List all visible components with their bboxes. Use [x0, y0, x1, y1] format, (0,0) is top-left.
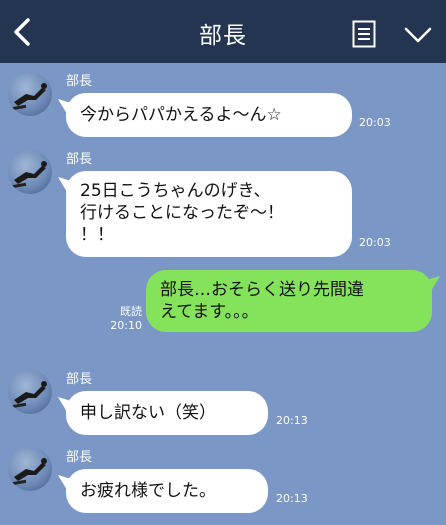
message-text: 申し訳ない（笑）: [80, 403, 216, 423]
message-bubble[interactable]: お疲れ様でした。: [66, 469, 268, 513]
avatar[interactable]: [8, 447, 52, 491]
message-line: 行けることになったぞ～！: [80, 203, 284, 223]
message-time: 20:03: [359, 236, 391, 249]
message-bubble-outgoing[interactable]: 部長…おそらく送り先間違 えてます。。。: [146, 270, 432, 332]
avatar-image: [11, 458, 47, 486]
chevron-down-icon[interactable]: [404, 26, 432, 44]
message-line: 25日こうちゃんのげき、: [80, 181, 271, 201]
chat-title: 部長: [199, 23, 247, 49]
sender-name: 部長: [66, 74, 93, 89]
avatar-image: [11, 161, 47, 189]
message-text: お疲れ様でした。: [80, 481, 216, 501]
sender-name: 部長: [66, 372, 93, 387]
message-bubble[interactable]: 25日こうちゃんのげき、 行けることになったぞ～！ ！！: [66, 171, 352, 257]
avatar[interactable]: [8, 150, 52, 194]
avatar-image: [11, 83, 47, 111]
avatar[interactable]: [8, 370, 52, 414]
message-line: ！！: [80, 225, 114, 245]
message-line: えてます。。。: [160, 302, 259, 322]
message-time: 20:13: [276, 414, 308, 427]
message-time: 20:13: [276, 492, 308, 505]
avatar[interactable]: [8, 72, 52, 116]
note-list-icon[interactable]: [352, 20, 376, 48]
message-text: 今からパパかえるよ～ん☆: [80, 105, 282, 125]
avatar-image: [11, 381, 47, 409]
read-receipt: 既読 20:10: [104, 305, 142, 333]
sender-name: 部長: [66, 152, 93, 167]
message-line: 部長…おそらく送り先間違: [160, 280, 364, 300]
read-label: 既読: [120, 305, 142, 318]
chat-header: 部長: [0, 0, 446, 63]
message-bubble[interactable]: 今からパパかえるよ～ん☆: [66, 93, 352, 137]
message-time: 20:03: [359, 116, 391, 129]
message-bubble[interactable]: 申し訳ない（笑）: [66, 391, 268, 435]
sender-name: 部長: [66, 450, 93, 465]
message-time: 20:10: [110, 319, 142, 332]
